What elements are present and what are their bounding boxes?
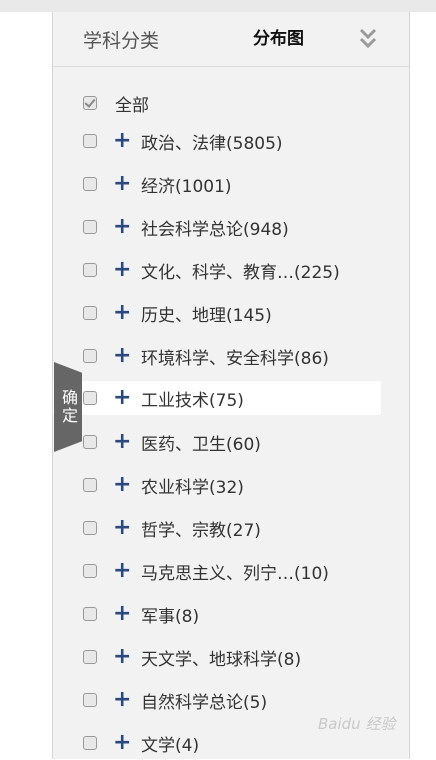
expand-plus-icon[interactable]: +	[113, 387, 131, 409]
expand-plus-icon[interactable]: +	[113, 130, 131, 152]
category-checkbox[interactable]	[83, 177, 97, 191]
category-checkbox[interactable]	[83, 521, 97, 535]
list-item[interactable]: + 政治、法律(5805)	[83, 124, 383, 158]
watermark-text: Baidu 经验	[318, 714, 396, 733]
list-item[interactable]: + 马克思主义、列宁…(10)	[83, 554, 383, 588]
list-item[interactable]: + 社会科学总论(948)	[83, 210, 383, 244]
expand-plus-icon[interactable]: +	[113, 474, 131, 496]
expand-plus-icon[interactable]: +	[113, 216, 131, 238]
expand-plus-icon[interactable]: +	[113, 603, 131, 625]
category-label: 天文学、地球科学(8)	[141, 649, 302, 670]
category-label: 经济(1001)	[141, 176, 232, 197]
subject-filter-panel: 学科分类 分布图 全部 + 政治、法律(5805) + 经济(1001) + 社…	[52, 12, 410, 759]
expand-plus-icon[interactable]: +	[113, 560, 131, 582]
list-item[interactable]: + 环境科学、安全科学(86)	[83, 339, 383, 373]
all-checkbox[interactable]	[83, 96, 97, 110]
list-item[interactable]: + 工业技术(75)	[53, 381, 381, 415]
expand-plus-icon[interactable]: +	[113, 431, 131, 453]
category-checkbox[interactable]	[83, 134, 97, 148]
top-border	[0, 0, 436, 12]
list-item[interactable]: + 哲学、宗教(27)	[83, 511, 383, 545]
category-label: 哲学、宗教(27)	[141, 520, 261, 541]
expand-plus-icon[interactable]: +	[113, 259, 131, 281]
expand-plus-icon[interactable]: +	[113, 345, 131, 367]
expand-plus-icon[interactable]: +	[113, 173, 131, 195]
double-chevron-down-icon[interactable]	[358, 26, 378, 52]
category-label: 社会科学总论(948)	[141, 219, 289, 240]
category-label: 自然科学总论(5)	[141, 692, 268, 713]
category-checkbox[interactable]	[83, 736, 97, 750]
category-label: 政治、法律(5805)	[141, 133, 283, 154]
category-checkbox[interactable]	[83, 263, 97, 277]
category-checkbox[interactable]	[83, 478, 97, 492]
all-label: 全部	[115, 95, 149, 116]
category-label: 马克思主义、列宁…(10)	[141, 563, 329, 584]
category-label: 文化、科学、教育…(225)	[141, 262, 340, 283]
category-checkbox[interactable]	[83, 650, 97, 664]
category-label: 工业技术(75)	[141, 390, 244, 411]
all-option[interactable]: 全部	[83, 92, 149, 116]
category-label: 农业科学(32)	[141, 477, 244, 498]
expand-plus-icon[interactable]: +	[113, 732, 131, 754]
expand-plus-icon[interactable]: +	[113, 302, 131, 324]
watermark: Baidu 经验	[318, 708, 418, 738]
category-label: 军事(8)	[141, 606, 200, 627]
category-checkbox[interactable]	[83, 349, 97, 363]
expand-plus-icon[interactable]: +	[113, 689, 131, 711]
category-checkbox[interactable]	[83, 693, 97, 707]
confirm-button[interactable]: 确定	[54, 362, 82, 452]
list-item[interactable]: + 经济(1001)	[83, 167, 383, 201]
category-checkbox[interactable]	[83, 607, 97, 621]
category-checkbox[interactable]	[83, 220, 97, 234]
category-label: 医药、卫生(60)	[141, 434, 261, 455]
category-checkbox[interactable]	[83, 435, 97, 449]
tab-distribution[interactable]: 分布图	[253, 24, 304, 49]
category-checkbox[interactable]	[83, 391, 97, 405]
expand-plus-icon[interactable]: +	[113, 517, 131, 539]
list-item[interactable]: + 医药、卫生(60)	[83, 425, 383, 459]
category-checkbox[interactable]	[83, 306, 97, 320]
list-item[interactable]: + 天文学、地球科学(8)	[83, 640, 383, 674]
list-item[interactable]: + 农业科学(32)	[83, 468, 383, 502]
panel-title: 学科分类	[83, 30, 160, 52]
expand-plus-icon[interactable]: +	[113, 646, 131, 668]
category-label: 历史、地理(145)	[141, 305, 272, 326]
confirm-label: 确定	[59, 389, 78, 425]
list-item[interactable]: + 历史、地理(145)	[83, 296, 383, 330]
category-label: 文学(4)	[141, 735, 200, 756]
list-item[interactable]: + 军事(8)	[83, 597, 383, 631]
panel-header: 学科分类 分布图	[53, 12, 409, 67]
list-item[interactable]: + 文化、科学、教育…(225)	[83, 253, 383, 287]
category-checkbox[interactable]	[83, 564, 97, 578]
category-label: 环境科学、安全科学(86)	[141, 348, 329, 369]
